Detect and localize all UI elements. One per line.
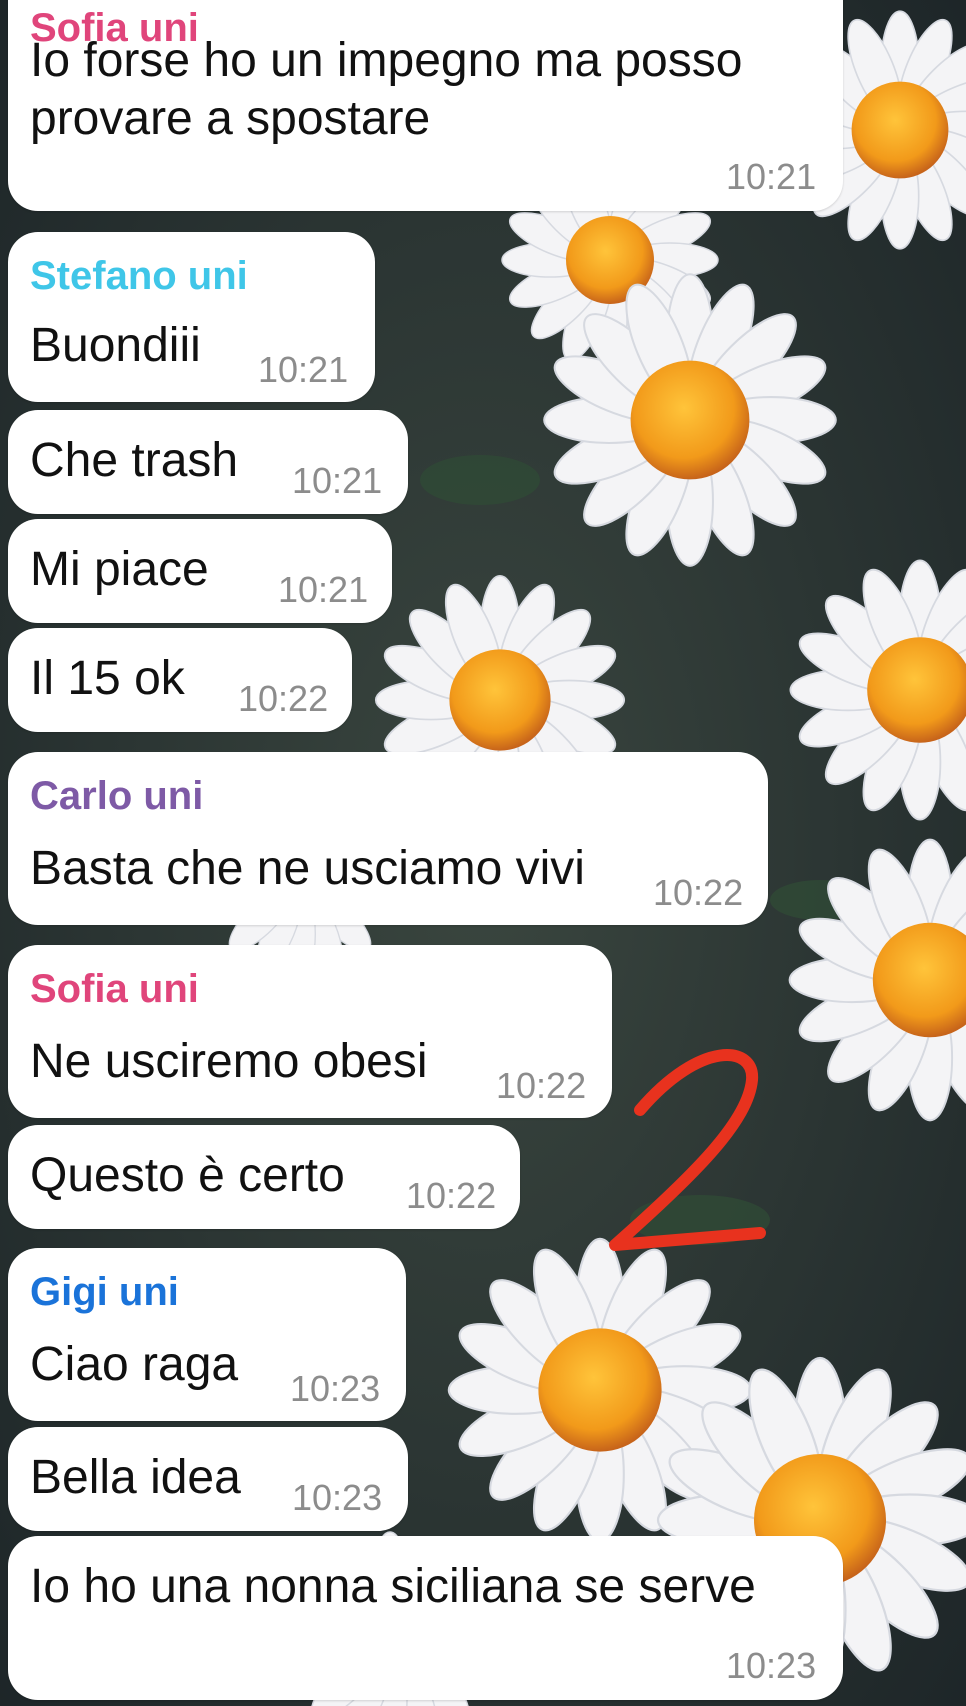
message-bubble[interactable]: Sofia uni Ne usciremo obesi 10:22 (8, 945, 612, 1118)
message-bubble[interactable]: Bella idea 10:23 (8, 1427, 408, 1531)
message-text: Che trash (30, 434, 239, 487)
message-timestamp: 10:23 (726, 1645, 817, 1686)
message-text: Ne usciremo obesi (30, 1035, 428, 1088)
message-bubble[interactable]: Il 15 ok 10:22 (8, 628, 352, 732)
message-text: Il 15 ok (30, 652, 185, 705)
message-timestamp: 10:22 (406, 1175, 497, 1216)
message-sender-name[interactable]: Sofia uni (30, 967, 199, 1012)
message-text: Basta che ne usciamo vivi (30, 842, 585, 895)
message-timestamp: 10:21 (278, 569, 369, 610)
message-timestamp: 10:22 (238, 678, 329, 719)
message-bubble[interactable]: Gigi uni Ciao raga 10:23 (8, 1248, 406, 1421)
message-text: Mi piace (30, 543, 209, 596)
message-bubble[interactable]: Sofia uni Io forse ho un impegno ma posso… (8, 0, 843, 211)
message-sender-name[interactable]: Carlo uni (30, 774, 203, 819)
message-text: Ciao raga (30, 1338, 239, 1391)
message-text: provare a spostare (30, 92, 431, 145)
message-timestamp: 10:22 (653, 872, 744, 913)
message-text: Io forse ho un impegno ma posso (30, 34, 743, 87)
message-timestamp: 10:21 (726, 156, 817, 197)
message-bubble[interactable]: Carlo uni Basta che ne usciamo vivi 10:22 (8, 752, 768, 925)
message-timestamp: 10:23 (290, 1368, 381, 1409)
message-bubble[interactable]: Che trash 10:21 (8, 410, 408, 514)
message-sender-name[interactable]: Gigi uni (30, 1270, 179, 1315)
message-text: Buondiii (30, 319, 201, 372)
message-text: Io ho una nonna siciliana se serve (30, 1560, 756, 1613)
message-timestamp: 10:21 (258, 349, 349, 390)
message-bubble[interactable]: Io ho una nonna siciliana se serve 10:23 (8, 1536, 843, 1700)
message-bubble[interactable]: Stefano uni Buondiii 10:21 (8, 232, 375, 402)
message-bubble[interactable]: Mi piace 10:21 (8, 519, 392, 623)
message-timestamp: 10:22 (496, 1065, 587, 1106)
message-timestamp: 10:21 (292, 460, 383, 501)
message-text: Questo è certo (30, 1149, 345, 1202)
message-timestamp: 10:23 (292, 1477, 383, 1518)
message-text: Bella idea (30, 1451, 241, 1504)
message-bubble[interactable]: Questo è certo 10:22 (8, 1125, 520, 1229)
message-sender-name[interactable]: Stefano uni (30, 254, 248, 299)
